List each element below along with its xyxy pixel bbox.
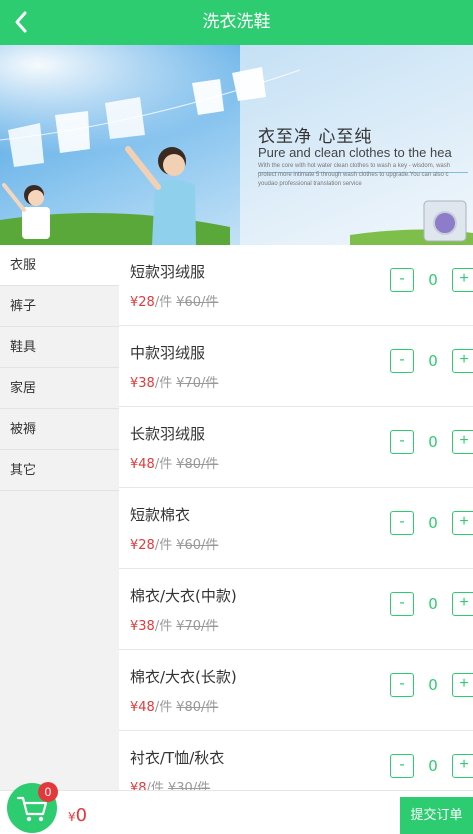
decrease-quantity-button[interactable]: - xyxy=(390,754,414,778)
product-name: 长款羽绒服 xyxy=(130,425,206,443)
product-price: ¥38/件 ¥70/件 xyxy=(130,372,218,391)
increase-quantity-button[interactable]: + xyxy=(452,673,473,697)
sale-price: ¥38 xyxy=(130,619,155,634)
quantity-value: 0 xyxy=(428,352,438,370)
quantity-value: 0 xyxy=(428,514,438,532)
top-bar: 洗衣洗鞋 xyxy=(0,0,473,45)
sale-price: ¥8 xyxy=(130,781,147,790)
product-price: ¥48/件 ¥80/件 xyxy=(130,696,218,715)
price-unit: /件 xyxy=(154,376,173,391)
increase-quantity-button[interactable]: + xyxy=(452,511,473,535)
sale-price: ¥48 xyxy=(130,700,155,715)
sidebar-category-item[interactable]: 家居 xyxy=(0,368,119,409)
promo-banner: 衣至净 心至纯 Pure and clean clothes to the he… xyxy=(0,45,473,245)
quantity-value: 0 xyxy=(428,595,438,613)
banner-headline-cn: 衣至净 心至纯 xyxy=(258,127,373,147)
quantity-value: 0 xyxy=(428,271,438,289)
product-row: 短款棉衣 ¥28/件 ¥60/件 -0 + xyxy=(119,488,473,569)
price-unit: /件 xyxy=(154,295,173,310)
product-name: 中款羽绒服 xyxy=(130,344,206,362)
decrease-quantity-button[interactable]: - xyxy=(390,592,414,616)
quantity-value: 0 xyxy=(428,433,438,451)
banner-subtext-1: With the core with hot water clean cloth… xyxy=(258,163,451,169)
increase-quantity-button[interactable]: + xyxy=(452,268,473,292)
cart-total: ¥0 xyxy=(68,805,87,826)
product-row: 棉衣/大衣(长款) ¥48/件 ¥80/件 -0 + xyxy=(119,650,473,731)
original-price: ¥70/件 xyxy=(176,376,219,391)
product-price: ¥8/件 ¥30/件 xyxy=(130,777,210,790)
sale-price: ¥28 xyxy=(130,295,155,310)
currency-symbol: ¥ xyxy=(68,810,76,824)
product-price: ¥48/件 ¥80/件 xyxy=(130,453,218,472)
increase-quantity-button[interactable]: + xyxy=(452,592,473,616)
decrease-quantity-button[interactable]: - xyxy=(390,430,414,454)
sidebar-category-item[interactable]: 裤子 xyxy=(0,286,119,327)
product-name: 棉衣/大衣(长款) xyxy=(130,668,237,686)
original-price: ¥30/件 xyxy=(167,781,211,790)
product-price: ¥38/件 ¥70/件 xyxy=(130,615,218,634)
submit-order-button[interactable]: 提交订单 xyxy=(400,797,473,834)
product-list: 短款羽绒服 ¥28/件 ¥60/件 -0 + 中款羽绒服 ¥38/件 ¥70/件 -0 + 长款羽绒… xyxy=(119,245,473,790)
product-row: 长款羽绒服 ¥48/件 ¥80/件 -0 + xyxy=(119,407,473,488)
cart-footer: 0 ¥0 提交订单 xyxy=(0,782,473,834)
banner-headline-en: Pure and clean clothes to the hea xyxy=(258,145,452,160)
product-row: 中款羽绒服 ¥38/件 ¥70/件 -0 + xyxy=(119,326,473,407)
product-row: 短款羽绒服 ¥28/件 ¥60/件 -0 + xyxy=(119,245,473,326)
product-name: 棉衣/大衣(中款) xyxy=(130,587,237,605)
product-price: ¥28/件 ¥60/件 xyxy=(130,291,218,310)
sale-price: ¥28 xyxy=(130,538,155,553)
page-title: 洗衣洗鞋 xyxy=(202,12,271,32)
product-row: 棉衣/大衣(中款) ¥38/件 ¥70/件 -0 + xyxy=(119,569,473,650)
price-unit: /件 xyxy=(154,457,173,472)
decrease-quantity-button[interactable]: - xyxy=(390,673,414,697)
product-price: ¥28/件 ¥60/件 xyxy=(130,534,218,553)
original-price: ¥80/件 xyxy=(176,457,219,472)
original-price: ¥60/件 xyxy=(176,295,219,310)
product-row: 衬衣/T恤/秋衣 ¥8/件 ¥30/件 -0 + xyxy=(119,731,473,790)
quantity-value: 0 xyxy=(428,676,438,694)
sale-price: ¥48 xyxy=(130,457,155,472)
increase-quantity-button[interactable]: + xyxy=(452,349,473,373)
decrease-quantity-button[interactable]: - xyxy=(390,349,414,373)
decrease-quantity-button[interactable]: - xyxy=(390,511,414,535)
sidebar-category-item[interactable]: 衣服 xyxy=(0,245,119,286)
sidebar-category-item[interactable]: 其它 xyxy=(0,450,119,491)
original-price: ¥70/件 xyxy=(176,619,219,634)
price-unit: /件 xyxy=(154,700,173,715)
original-price: ¥80/件 xyxy=(176,700,219,715)
quantity-value: 0 xyxy=(428,757,438,775)
category-sidebar: 衣服 裤子 鞋具 家居 被褥 其它 xyxy=(0,245,119,790)
sidebar-category-item[interactable]: 被褥 xyxy=(0,409,119,450)
sidebar-category-item[interactable]: 鞋具 xyxy=(0,327,119,368)
price-unit: /件 xyxy=(154,619,173,634)
increase-quantity-button[interactable]: + xyxy=(452,754,473,778)
increase-quantity-button[interactable]: + xyxy=(452,430,473,454)
banner-subtext-3: youdao professional translation service xyxy=(258,181,362,187)
sale-price: ¥38 xyxy=(130,376,155,391)
product-name: 衬衣/T恤/秋衣 xyxy=(130,749,225,767)
banner-subtext-2: protect more intimate 5 through wash clo… xyxy=(258,172,449,178)
product-name: 短款羽绒服 xyxy=(130,263,206,281)
decrease-quantity-button[interactable]: - xyxy=(390,268,414,292)
product-name: 短款棉衣 xyxy=(130,506,191,524)
price-unit: /件 xyxy=(154,538,173,553)
original-price: ¥60/件 xyxy=(176,538,219,553)
cart-count-badge: 0 xyxy=(38,782,58,802)
total-amount: 0 xyxy=(75,805,88,826)
price-unit: /件 xyxy=(146,781,164,790)
